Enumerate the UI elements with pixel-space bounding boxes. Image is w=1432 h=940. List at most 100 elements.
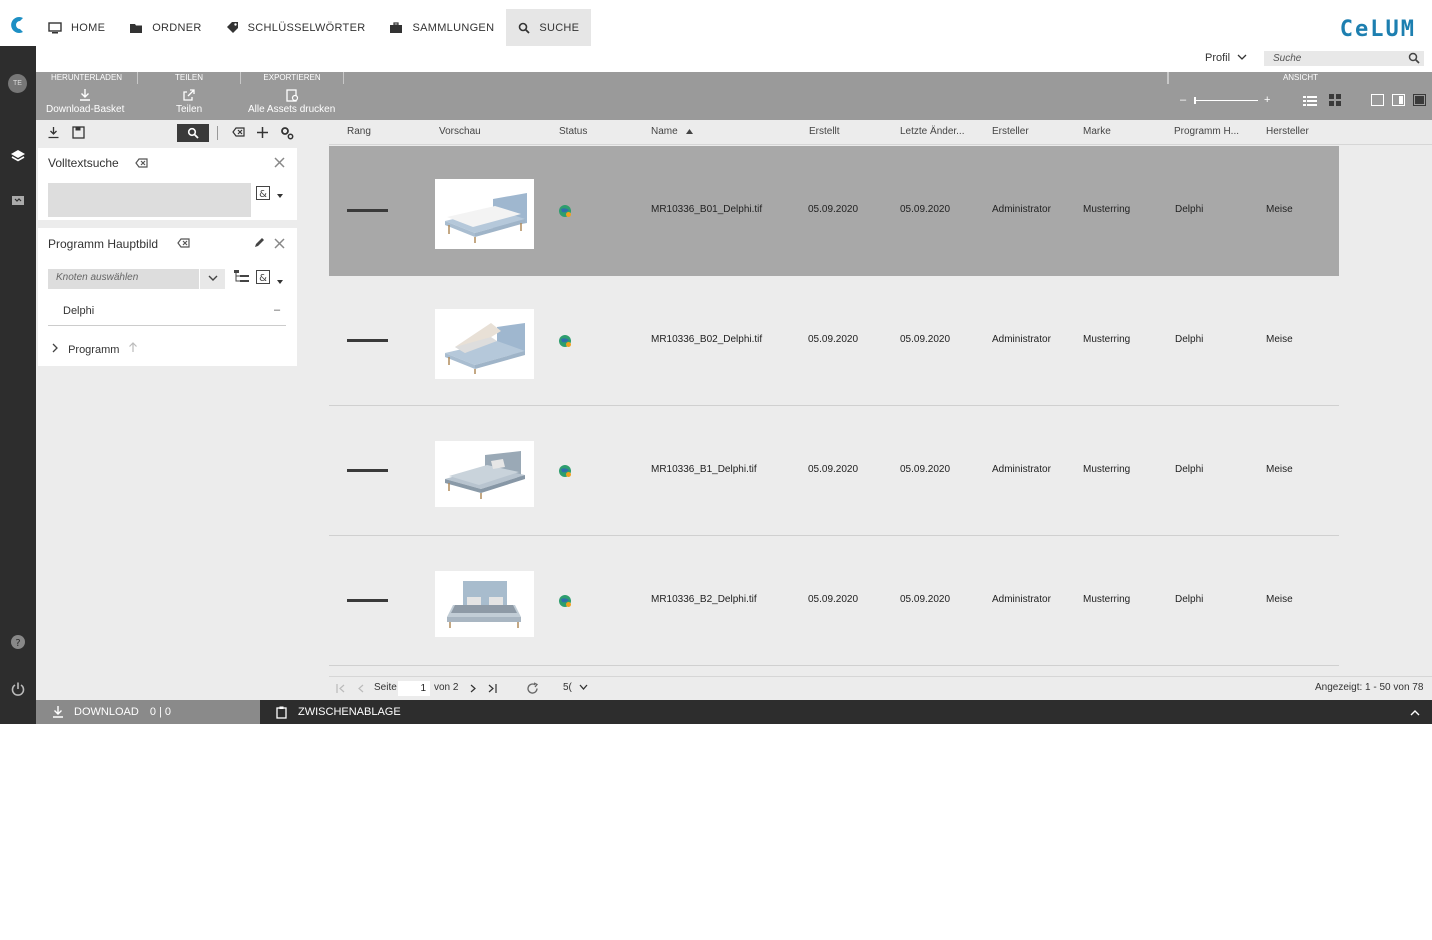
clipboard-label: ZWISCHENABLAGE [298,706,401,718]
layout-detail-icon[interactable] [1413,94,1426,106]
nav-suche[interactable]: SUCHE [506,9,592,46]
profile-label: Profil [1205,52,1231,64]
settings-icon[interactable] [280,126,294,140]
cell-brand: Musterring [1083,204,1131,215]
refresh-icon[interactable] [526,682,539,695]
col-vorschau[interactable]: Vorschau [439,126,481,137]
cell-program: Delphi [1175,334,1204,345]
zoom-track[interactable] [1194,100,1258,101]
page-size-select[interactable]: 5( [563,682,588,693]
list-view-icon[interactable] [1303,95,1317,107]
globe-status-icon [559,205,571,217]
layers-icon[interactable] [10,148,26,164]
comments-icon[interactable] [10,193,26,209]
table-row[interactable]: MR10336_B2_Delphi.tif 05.09.2020 05.09.2… [329,536,1339,666]
edit-icon[interactable] [253,237,265,249]
first-page-icon[interactable] [336,684,345,693]
operator-icon[interactable]: & [256,270,270,284]
arrow-up-icon[interactable] [128,341,138,353]
zoom-plus[interactable]: + [1264,94,1270,106]
table-row[interactable]: MR10336_B02_Delphi.tif 05.09.2020 05.09.… [329,276,1339,406]
group-ansicht: ANSICHT [1168,72,1432,84]
search-icon [187,127,199,139]
profile-menu[interactable]: Profil [1205,52,1247,64]
node-select[interactable]: Knoten auswählen [48,269,225,289]
layout-split-icon[interactable] [1392,94,1405,106]
col-programm[interactable]: Programm H... [1174,126,1239,137]
print-all-button[interactable]: Alle Assets drucken [248,88,335,115]
next-page-icon[interactable] [470,684,476,693]
close-icon[interactable] [274,238,285,249]
caret-down-icon[interactable] [277,280,283,284]
preview-thumbnail[interactable] [435,309,534,379]
close-icon[interactable] [274,157,285,168]
power-icon[interactable] [10,681,26,697]
clipboard-button[interactable]: ZWISCHENABLAGE [276,700,401,724]
nav-ordner-label: ORDNER [152,21,202,34]
avatar[interactable]: TE [8,74,27,93]
table-row[interactable]: MR10336_B01_Delphi.tif 05.09.2020 05.09.… [329,146,1339,276]
cell-name: MR10336_B02_Delphi.tif [651,334,763,345]
node-select-toggle[interactable] [199,269,225,289]
col-ersteller[interactable]: Ersteller [992,126,1029,137]
save-icon[interactable] [72,126,85,139]
prev-page-icon[interactable] [358,684,364,693]
nav-home[interactable]: HOME [36,9,117,46]
col-erstellt[interactable]: Erstellt [809,126,840,137]
clear-filter-icon[interactable] [135,157,148,169]
add-icon[interactable] [256,126,269,139]
cell-maker: Meise [1266,334,1293,345]
col-name[interactable]: Name [651,126,694,137]
operator-icon[interactable]: & [256,186,270,200]
col-letzte-aenderung[interactable]: Letzte Änder... [900,126,965,137]
table-header: Rang Vorschau Status Name Erstellt Letzt… [329,120,1432,145]
cell-created: 05.09.2020 [808,334,859,345]
search-button[interactable] [177,124,209,142]
download-icon [53,706,63,718]
sort-asc-icon [686,129,694,134]
clear-filter-icon[interactable] [232,126,245,138]
rank-bar [347,469,388,472]
nav-schluesselwoerter[interactable]: SCHLÜSSELWÖRTER [214,9,378,46]
col-status[interactable]: Status [559,126,587,137]
chevron-right-icon[interactable] [52,343,59,353]
global-search-input[interactable]: Suche [1264,51,1424,66]
col-rang[interactable]: Rang [347,126,371,137]
grid-view-icon[interactable] [1329,94,1341,106]
col-hersteller[interactable]: Hersteller [1266,126,1309,137]
cell-maker: Meise [1266,594,1293,605]
zoom-handle[interactable] [1194,97,1196,104]
fulltext-input[interactable] [48,183,251,217]
preview-thumbnail[interactable] [435,179,534,249]
page-number-input[interactable]: 1 [398,681,430,696]
tree-item-programm[interactable]: Programm [52,341,138,356]
preview-thumbnail[interactable] [435,571,534,637]
cell-maker: Meise [1266,204,1293,215]
download-basket-label: Download-Basket [46,104,125,115]
download-tray-button[interactable]: DOWNLOAD 0 | 0 [36,700,260,724]
table-row[interactable]: MR10336_B1_Delphi.tif 05.09.2020 05.09.2… [329,406,1339,536]
print-all-label: Alle Assets drucken [248,104,336,115]
chevron-up-icon[interactable] [1410,709,1420,716]
globe-status-icon [559,335,571,347]
nav-sammlungen[interactable]: SAMMLUNGEN [377,9,506,46]
zoom-slider[interactable]: – + [1180,94,1274,108]
zoom-minus[interactable]: – [1180,94,1186,106]
help-icon[interactable]: ? [10,634,26,650]
caret-down-icon[interactable] [277,194,283,198]
last-page-icon[interactable] [488,684,497,693]
tree-icon[interactable] [234,270,249,284]
print-icon [285,89,298,102]
download-icon[interactable] [47,126,60,139]
col-marke[interactable]: Marke [1083,126,1111,137]
download-basket-button[interactable]: Download-Basket [46,88,124,115]
remove-node-button[interactable]: – [274,304,280,316]
nav-ordner[interactable]: ORDNER [117,9,213,46]
clear-filter-icon[interactable] [177,237,190,249]
nav-schluesselwoerter-label: SCHLÜSSELWÖRTER [247,21,366,34]
share-button[interactable]: Teilen [176,88,202,115]
preview-thumbnail[interactable] [435,441,534,507]
celum-logo-icon[interactable] [8,15,28,35]
search-icon[interactable] [1408,52,1420,64]
layout-full-icon[interactable] [1371,94,1384,106]
